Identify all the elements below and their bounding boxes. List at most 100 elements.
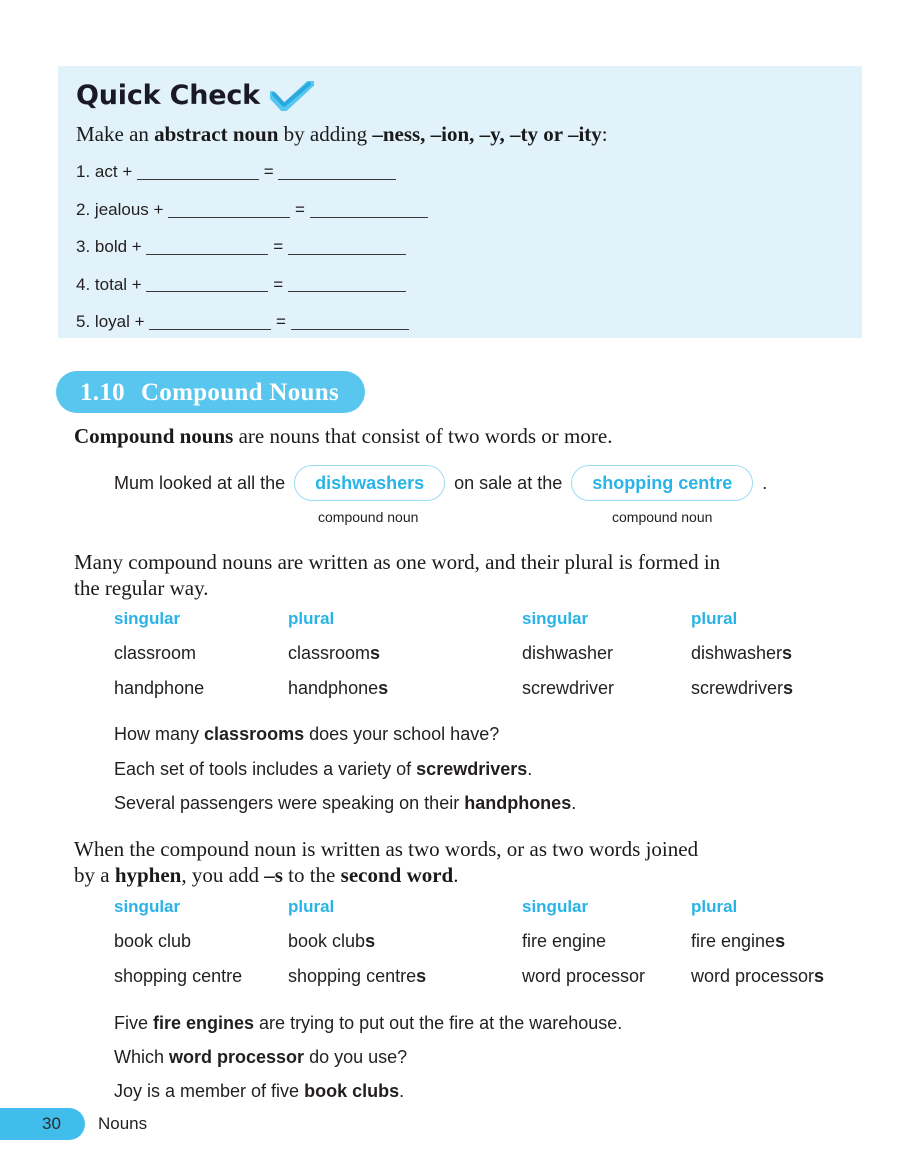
plural-stem: screwdriver	[691, 678, 784, 698]
item-number: 2.	[76, 199, 91, 219]
cell-plural-2: fire engines	[691, 931, 871, 952]
intro-paragraph: Compound nouns are nouns that consist of…	[74, 424, 864, 450]
quick-check-item: 3. bold + =	[76, 236, 834, 256]
quick-check-instruction: Make an abstract noun by adding –ness, –…	[76, 122, 834, 147]
answer-blank-suffix[interactable]	[137, 161, 260, 181]
example-pre: Several passengers were speaking on thei…	[114, 793, 465, 813]
item-plus: +	[131, 274, 142, 294]
pill-example-sentence: Mum looked at all the dishwashers on sal…	[114, 465, 767, 501]
cell-plural-1: handphones	[288, 678, 522, 699]
cell-plural-1: classrooms	[288, 643, 522, 664]
cell-singular-1: handphone	[114, 678, 205, 698]
compound-noun-pill-shopping-centre[interactable]: shopping centre	[571, 465, 754, 501]
column-header-plural-1: plural	[288, 897, 335, 916]
item-word: bold	[94, 236, 128, 256]
column-header-singular-1: singular	[114, 897, 181, 916]
item-word: loyal	[94, 311, 130, 331]
example-bold: word processor	[169, 1047, 305, 1067]
sentence-part-1: Mum looked at all the	[114, 472, 286, 493]
column-header-plural-2: plural	[691, 609, 738, 628]
table-row: handphone handphones screwdriver screwdr…	[114, 678, 874, 699]
example-sentence-classrooms: How many classrooms does your school hav…	[114, 724, 499, 745]
section-heading-badge: 1.10 Compound Nouns	[56, 371, 365, 413]
section-number: 1.10	[80, 378, 125, 406]
item-plus: +	[131, 236, 142, 256]
instruction-suffix-list: –ness, –ion, –y, –ty or –ity	[372, 122, 602, 146]
one-word-line-2: the regular way.	[74, 575, 209, 600]
column-header-plural-1: plural	[288, 609, 335, 628]
item-number: 3.	[76, 236, 91, 256]
table-header-row: singular plural singular plural	[114, 609, 874, 629]
answer-blank-suffix[interactable]	[149, 311, 272, 330]
cell-plural-1: book clubs	[288, 931, 522, 952]
worksheet-page: Quick Check Make an abstract noun by add…	[0, 0, 922, 1169]
cell-singular-2: screwdriver	[522, 678, 615, 698]
table-row: shopping centre shopping centres word pr…	[114, 966, 874, 987]
item-plus: +	[153, 199, 164, 219]
answer-blank-result[interactable]	[278, 161, 397, 181]
example-sentence-screwdrivers: Each set of tools includes a variety of …	[114, 759, 532, 780]
table-row: classroom classrooms dishwasher dishwash…	[114, 643, 874, 664]
quick-check-panel: Quick Check Make an abstract noun by add…	[58, 66, 862, 338]
table-row: book club book clubs fire engine fire en…	[114, 931, 874, 952]
column-header-singular-2: singular	[522, 609, 589, 628]
table-header-row: singular plural singular plural	[114, 897, 874, 917]
quick-check-item: 5. loyal + =	[76, 311, 834, 331]
plural-stem: fire engine	[691, 931, 776, 951]
sentence-part-3: .	[762, 472, 768, 493]
item-equals: =	[276, 311, 286, 331]
compound-noun-pill-dishwashers[interactable]: dishwashers	[294, 465, 446, 501]
example-post: does your school have?	[304, 724, 500, 744]
plural-suffix: s	[782, 643, 793, 663]
example-bold: handphones	[464, 793, 572, 813]
quick-check-item: 1. act + =	[76, 161, 834, 181]
item-word: total	[94, 274, 128, 294]
item-number: 5.	[76, 311, 91, 331]
answer-blank-suffix[interactable]	[146, 236, 269, 255]
example-pre: Five	[114, 1013, 154, 1033]
plural-stem: classroom	[288, 643, 371, 663]
example-sentence-handphones: Several passengers were speaking on thei…	[114, 793, 576, 814]
plural-suffix: s	[378, 678, 389, 698]
answer-blank-result[interactable]	[290, 311, 409, 330]
answer-blank-suffix[interactable]	[168, 199, 291, 218]
example-bold: fire engines	[153, 1013, 255, 1033]
two-words-line-2-g: .	[453, 862, 459, 887]
plural-suffix: s	[365, 931, 376, 951]
page-number-badge: 30	[0, 1108, 85, 1140]
example-pre: How many	[114, 724, 205, 744]
item-equals: =	[294, 199, 305, 219]
two-words-line-1: When the compound noun is written as two…	[74, 837, 699, 861]
cell-plural-1: shopping centres	[288, 966, 522, 987]
answer-blank-result[interactable]	[287, 236, 406, 255]
check-mark-icon	[267, 79, 315, 112]
quick-check-item: 4. total + =	[76, 274, 834, 294]
two-words-line-2-e: to the	[282, 862, 341, 887]
example-bold: book clubs	[304, 1081, 400, 1101]
answer-blank-result[interactable]	[309, 199, 428, 218]
two-words-bold-hyphen: hyphen	[114, 862, 182, 887]
answer-blank-suffix[interactable]	[146, 274, 269, 293]
section-title: Compound Nouns	[140, 378, 339, 406]
item-plus: +	[134, 311, 145, 331]
example-post: are trying to put out the fire at the wa…	[254, 1013, 623, 1033]
plural-stem: word processor	[691, 966, 815, 986]
item-equals: =	[263, 161, 274, 181]
answer-blank-result[interactable]	[287, 274, 406, 293]
instruction-prefix: Make an	[76, 122, 155, 146]
two-words-line-2-c: , you add	[181, 862, 265, 887]
cell-plural-2: dishwashers	[691, 643, 871, 664]
two-words-line-2-a: by a	[74, 862, 115, 887]
example-post: .	[571, 793, 577, 813]
column-header-singular-2: singular	[522, 897, 589, 916]
quick-check-header: Quick Check	[76, 79, 834, 112]
instruction-bold-term: abstract noun	[154, 122, 279, 146]
example-bold: screwdrivers	[416, 759, 528, 779]
item-number: 4.	[76, 274, 91, 294]
two-words-bold-second-word: second word	[340, 862, 454, 887]
example-pre: Which	[114, 1047, 170, 1067]
sentence-part-2: on sale at the	[454, 472, 563, 493]
example-pre: Each set of tools includes a variety of	[114, 759, 417, 779]
plural-suffix: s	[370, 643, 381, 663]
column-header-plural-2: plural	[691, 897, 738, 916]
